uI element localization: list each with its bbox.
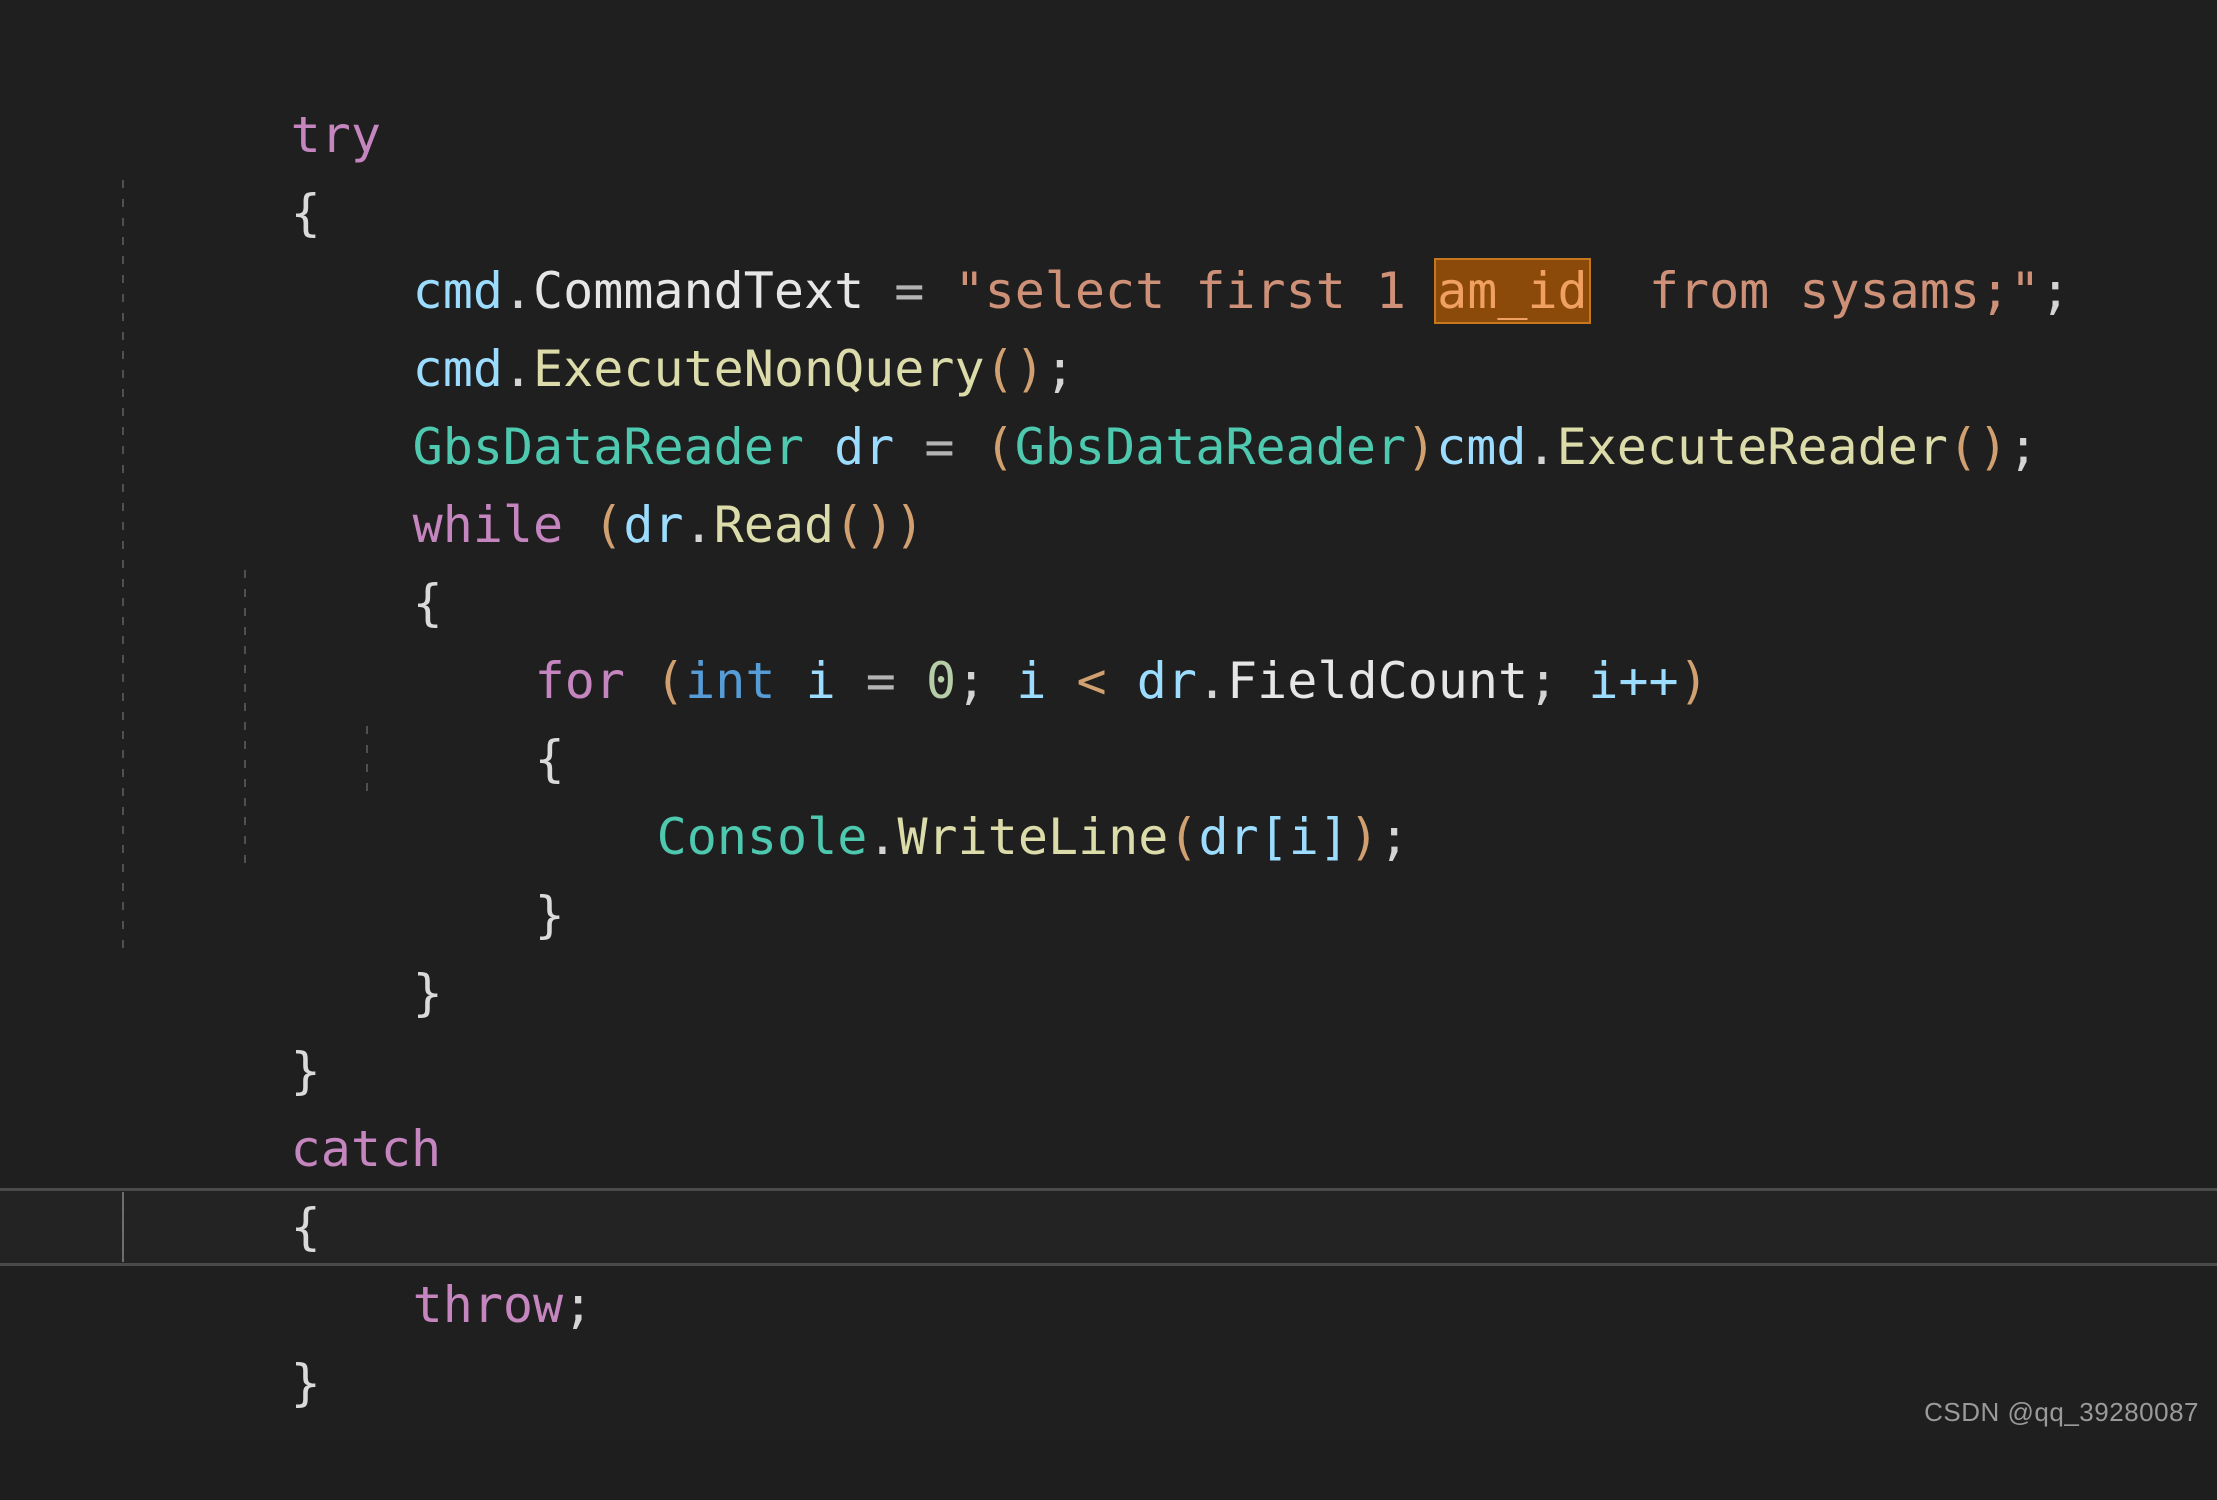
code-line-5[interactable]: GbsDataReader dr = (GbsDataReader)cmd.Ex…	[0, 330, 2217, 476]
code-line-6[interactable]: while (dr.Read())	[0, 408, 2217, 554]
code-line-2[interactable]: {	[0, 96, 2217, 242]
code-line-12[interactable]: }	[0, 876, 2217, 1022]
code-editor-view[interactable]: try { cmd.CommandText = "select first 1 …	[0, 0, 2217, 1440]
code-line-1[interactable]: try	[0, 18, 2217, 164]
code-line-3[interactable]: cmd.CommandText = "select first 1 am_id …	[0, 174, 2217, 324]
token-brace-close-catch: }	[290, 1354, 321, 1412]
code-line-9[interactable]: {	[0, 642, 2217, 788]
code-line-7[interactable]: {	[0, 486, 2217, 632]
code-line-11[interactable]: }	[0, 798, 2217, 944]
code-surface[interactable]: try { cmd.CommandText = "select first 1 …	[0, 0, 2217, 1440]
code-line-14[interactable]: catch	[0, 1032, 2217, 1178]
code-line-15[interactable]: {	[0, 1110, 2217, 1256]
code-line-17[interactable]: }	[0, 1266, 2217, 1412]
code-line-8[interactable]: for (int i = 0; i < dr.FieldCount; i++)	[0, 564, 2217, 710]
csdn-watermark: CSDN @qq_39280087	[1924, 1397, 2199, 1427]
code-line-13[interactable]: }	[0, 954, 2217, 1100]
code-line-4[interactable]: cmd.ExecuteNonQuery();	[0, 252, 2217, 398]
code-line-10[interactable]: Console.WriteLine(dr[i]);	[0, 720, 2217, 866]
code-line-16[interactable]: throw;	[0, 1188, 2217, 1334]
